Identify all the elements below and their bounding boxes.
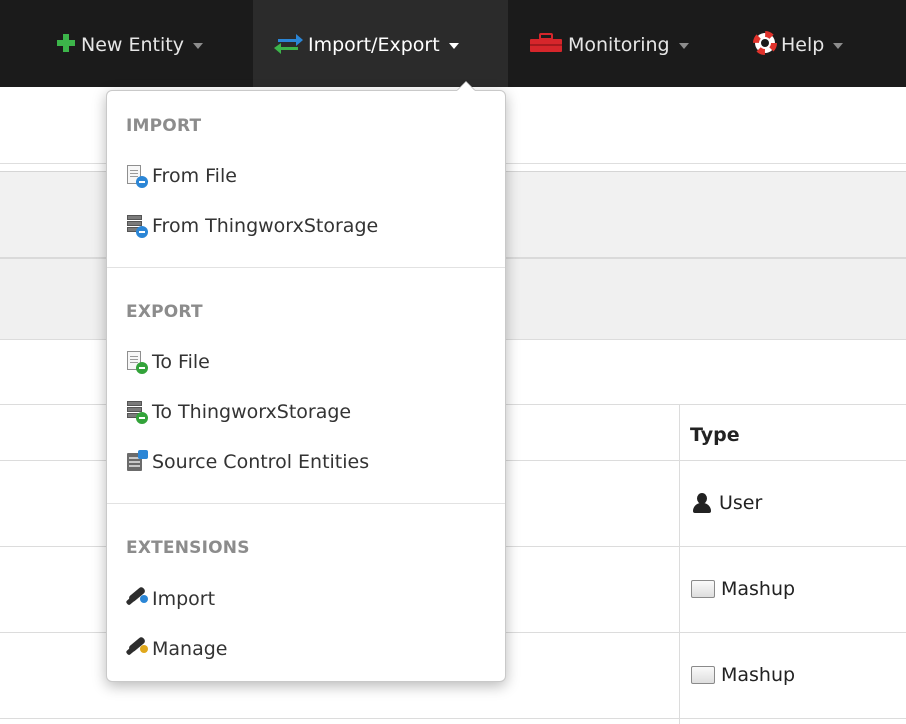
top-navbar: New Entity Import/Export Monitoring Help — [0, 0, 906, 87]
table-row[interactable]: Mashup — [691, 661, 795, 689]
menu-divider — [107, 267, 505, 268]
menu-item-label: Import — [152, 588, 216, 610]
section-header-export: EXPORT — [126, 302, 203, 322]
plug-manage-icon — [125, 636, 148, 661]
chevron-down-icon — [678, 43, 689, 49]
mashup-icon — [691, 666, 715, 684]
nav-new-entity-label: New Entity — [81, 34, 184, 56]
table-row[interactable]: Mashup — [691, 575, 795, 603]
nav-import-export[interactable]: Import/Export — [272, 30, 459, 60]
menu-item-extensions-import[interactable]: Import — [125, 584, 486, 614]
menu-item-extensions-manage[interactable]: Manage — [125, 634, 486, 664]
plug-import-icon — [125, 586, 148, 611]
type-value: User — [719, 492, 763, 514]
mashup-icon — [691, 580, 715, 598]
table-column-divider — [679, 404, 680, 724]
nav-monitoring-label: Monitoring — [568, 34, 670, 56]
menu-item-from-thingworxstorage[interactable]: From ThingworxStorage — [126, 211, 486, 241]
user-icon — [691, 492, 713, 514]
file-export-icon — [126, 350, 148, 374]
type-value: Mashup — [721, 578, 796, 600]
menu-item-label: To ThingworxStorage — [152, 401, 352, 423]
dropdown-pointer-fill — [457, 82, 475, 91]
column-header-type[interactable]: Type — [690, 424, 740, 446]
import-export-arrows-icon — [272, 30, 304, 61]
nav-monitoring[interactable]: Monitoring — [528, 30, 689, 60]
chevron-down-icon — [833, 43, 844, 49]
section-header-extensions: EXTENSIONS — [126, 538, 250, 558]
menu-item-label: Manage — [152, 638, 228, 660]
table-row-border — [0, 718, 906, 719]
chevron-down-icon — [448, 43, 459, 49]
toolbox-icon — [528, 32, 564, 59]
nav-help[interactable]: Help — [753, 30, 844, 60]
menu-item-to-thingworxstorage[interactable]: To ThingworxStorage — [126, 397, 486, 427]
plus-icon — [55, 32, 77, 59]
menu-item-to-file[interactable]: To File — [126, 347, 486, 377]
section-header-import: IMPORT — [126, 116, 202, 136]
menu-item-from-file[interactable]: From File — [126, 161, 486, 191]
table-row[interactable]: User — [691, 489, 762, 517]
storage-import-icon — [126, 214, 148, 238]
menu-item-label: From File — [152, 165, 237, 187]
menu-item-label: To File — [152, 351, 210, 373]
menu-item-source-control-entities[interactable]: Source Control Entities — [126, 447, 486, 477]
menu-item-label: Source Control Entities — [152, 451, 370, 473]
chevron-down-icon — [192, 43, 203, 49]
lifebuoy-icon — [753, 30, 777, 60]
file-import-icon — [126, 164, 148, 188]
menu-divider — [107, 503, 505, 504]
nav-import-export-label: Import/Export — [308, 34, 440, 56]
menu-item-label: From ThingworxStorage — [152, 215, 379, 237]
nav-new-entity[interactable]: New Entity — [55, 30, 203, 60]
type-value: Mashup — [721, 664, 796, 686]
import-export-dropdown-menu: IMPORT From File From ThingworxStorage E… — [106, 82, 506, 682]
nav-help-label: Help — [781, 34, 825, 56]
source-control-icon — [126, 450, 148, 474]
storage-export-icon — [126, 400, 148, 424]
